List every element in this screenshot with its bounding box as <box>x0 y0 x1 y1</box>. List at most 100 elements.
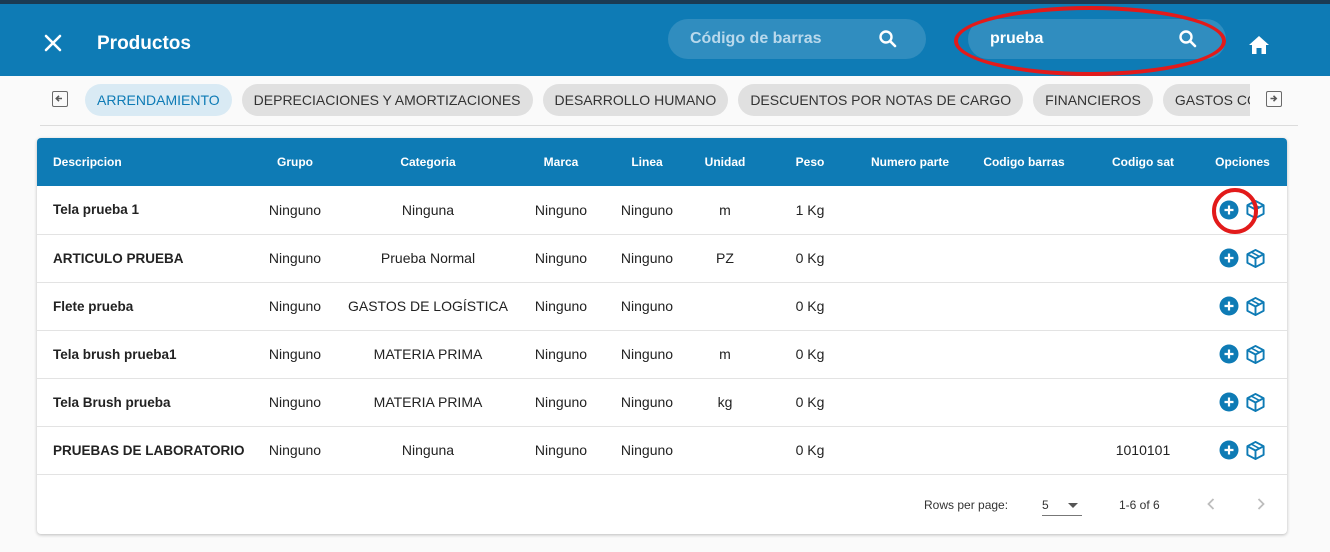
add-circle-icon[interactable] <box>1219 344 1239 364</box>
add-button[interactable] <box>1219 248 1239 268</box>
add-circle-icon[interactable] <box>1219 392 1239 412</box>
package-button[interactable] <box>1245 248 1266 269</box>
cell-unidad <box>690 282 760 330</box>
category-chip[interactable]: DESCUENTOS POR NOTAS DE CARGO <box>738 84 1024 116</box>
product-search-box <box>968 19 1226 59</box>
scroll-right-button[interactable] <box>1266 91 1282 107</box>
add-circle-icon[interactable] <box>1219 200 1239 220</box>
cell-categoria: Ninguna <box>401 442 455 458</box>
row-actions <box>1219 296 1266 317</box>
column-header-numero-parte[interactable]: Numero parte <box>860 138 960 186</box>
cell-codigo-sat <box>1088 234 1198 282</box>
cell-grupo: Ninguno <box>268 442 322 458</box>
cell-descripcion: ARTICULO PRUEBA <box>53 250 184 266</box>
column-header-marca[interactable]: Marca <box>518 138 604 186</box>
package-icon[interactable] <box>1245 199 1266 220</box>
cell-options <box>1198 186 1287 234</box>
add-button[interactable] <box>1219 440 1239 460</box>
cell-options <box>1198 234 1287 282</box>
cell-descripcion: Tela prueba 1 <box>53 202 140 218</box>
add-button[interactable] <box>1219 392 1239 412</box>
package-icon[interactable] <box>1245 440 1266 461</box>
barcode-input[interactable] <box>690 19 870 59</box>
add-button[interactable] <box>1219 344 1239 364</box>
cell-marca: Ninguno <box>534 346 588 362</box>
cell-codigo-sat <box>1088 330 1198 378</box>
cell-options <box>1198 378 1287 426</box>
table-row[interactable]: ARTICULO PRUEBA Ninguno Prueba Normal Ningu… <box>37 234 1287 282</box>
package-button[interactable] <box>1245 199 1266 220</box>
cell-numero-parte <box>860 282 960 330</box>
package-button[interactable] <box>1245 296 1266 317</box>
next-page-button[interactable] <box>1249 492 1273 516</box>
table-pagination: Rows per page: 5 1-6 of 6 <box>37 474 1287 534</box>
column-header-descripcion[interactable]: Descripcion <box>37 138 252 186</box>
category-chip[interactable]: ARRENDAMIENTO <box>85 84 232 116</box>
cell-peso: 1 Kg <box>795 201 825 218</box>
column-header-categoria[interactable]: Categoria <box>338 138 518 186</box>
column-header-opciones[interactable]: Opciones <box>1198 138 1287 186</box>
package-button[interactable] <box>1245 392 1266 413</box>
rows-per-page-select[interactable]: 5 <box>1042 494 1082 516</box>
cell-categoria: MATERIA PRIMA <box>373 394 483 410</box>
table-row[interactable]: Tela brush prueba1 Ninguno MATERIA PRIMA Ni… <box>37 330 1287 378</box>
column-header-grupo[interactable]: Grupo <box>252 138 338 186</box>
cell-linea: Ninguno <box>620 394 674 410</box>
package-button[interactable] <box>1245 440 1266 461</box>
search-icon[interactable] <box>878 29 898 49</box>
cell-unidad <box>690 426 760 474</box>
table-row[interactable]: PRUEBAS DE LABORATORIO Ninguno Ninguna Ning… <box>37 426 1287 474</box>
product-search-input[interactable] <box>990 19 1170 59</box>
cell-linea: Ninguno <box>620 250 674 266</box>
rows-per-page-label: Rows per page: <box>924 498 1009 512</box>
row-actions <box>1219 392 1266 413</box>
add-circle-icon[interactable] <box>1219 248 1239 268</box>
column-header-unidad[interactable]: Unidad <box>690 138 760 186</box>
column-header-codigo-barras[interactable]: Codigo barras <box>960 138 1088 186</box>
column-header-peso[interactable]: Peso <box>760 138 860 186</box>
cell-grupo: Ninguno <box>268 394 322 410</box>
table-row[interactable]: Tela Brush prueba Ninguno MATERIA PRIMA Nin… <box>37 378 1287 426</box>
scroll-left-button[interactable] <box>52 91 68 107</box>
category-chip[interactable]: DEPRECIACIONES Y AMORTIZACIONES <box>241 84 533 116</box>
package-icon[interactable] <box>1245 296 1266 317</box>
column-header-linea[interactable]: Linea <box>604 138 690 186</box>
cell-grupo: Ninguno <box>268 346 322 362</box>
package-icon[interactable] <box>1245 392 1266 413</box>
cell-codigo-sat <box>1088 378 1198 426</box>
cell-marca: Ninguno <box>534 201 588 218</box>
package-button[interactable] <box>1245 344 1266 365</box>
category-chip[interactable]: FINANCIEROS <box>1033 84 1153 116</box>
table-row[interactable]: Tela prueba 1 Ninguno Ninguna Ninguno Ningun… <box>37 186 1287 234</box>
table-row[interactable]: Flete prueba Ninguno GASTOS DE LOGÍSTICA Ni… <box>37 282 1287 330</box>
column-header-codigo-sat[interactable]: Codigo sat <box>1088 138 1198 186</box>
category-chips: ARRENDAMIENTO DEPRECIACIONES Y AMORTIZACI… <box>85 84 1250 116</box>
previous-page-button[interactable] <box>1199 492 1223 516</box>
cell-peso: 0 Kg <box>795 298 825 314</box>
cell-codigo-sat <box>1088 282 1198 330</box>
cell-linea: Ninguno <box>620 201 674 218</box>
divider <box>40 125 1298 126</box>
cell-numero-parte <box>860 186 960 234</box>
search-icon[interactable] <box>1178 29 1198 49</box>
cell-categoria: Ninguna <box>401 201 455 218</box>
add-circle-icon[interactable] <box>1219 296 1239 316</box>
cell-marca: Ninguno <box>534 394 588 410</box>
cell-grupo: Ninguno <box>268 250 322 266</box>
row-actions <box>1219 344 1266 365</box>
cell-numero-parte <box>860 234 960 282</box>
add-circle-icon[interactable] <box>1219 440 1239 460</box>
rows-per-page-value: 5 <box>1042 498 1049 512</box>
package-icon[interactable] <box>1245 344 1266 365</box>
cell-unidad: m <box>719 346 731 362</box>
add-button[interactable] <box>1219 296 1239 316</box>
add-button[interactable] <box>1219 200 1239 220</box>
category-chip[interactable]: GASTOS COMERCIALES <box>1162 84 1250 116</box>
cell-peso: 0 Kg <box>795 346 825 362</box>
home-button[interactable] <box>1247 34 1271 56</box>
package-icon[interactable] <box>1245 248 1266 269</box>
cell-options <box>1198 330 1287 378</box>
app-bar: Productos <box>0 4 1330 76</box>
category-chip[interactable]: DESARROLLO HUMANO <box>542 84 729 116</box>
close-button[interactable] <box>42 32 64 54</box>
